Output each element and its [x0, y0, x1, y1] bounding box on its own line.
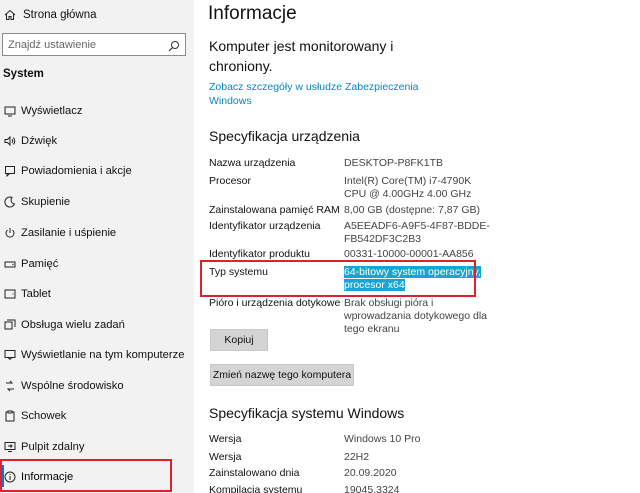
spec-key: Zainstalowana pamięć RAM [209, 204, 340, 216]
sidebar-item-multitasking[interactable]: Obsługa wielu zadań [0, 313, 194, 337]
power-icon [3, 226, 17, 240]
remote-desktop-icon [3, 440, 17, 454]
spec-value: Brak obsługi pióra i wprowadzania dotyko… [344, 297, 488, 335]
sidebar-item-display[interactable]: Wyświetlacz [0, 99, 194, 123]
home-nav-item[interactable]: Strona główna [0, 4, 194, 26]
sidebar-item-label: Skupienie [21, 196, 71, 208]
sidebar-item-notifications[interactable]: Powiadomienia i akcje [0, 159, 194, 183]
projecting-icon [3, 348, 17, 362]
sidebar-item-label: Wspólne środowisko [21, 380, 124, 392]
spec-key: Procesor [209, 175, 252, 187]
sidebar-item-label: Wyświetlacz [21, 105, 83, 117]
sidebar-item-label: Tablet [21, 288, 51, 300]
display-icon [3, 104, 17, 118]
multitasking-icon [3, 318, 17, 332]
home-icon [3, 8, 17, 22]
spec-value: Windows 10 Pro [344, 433, 421, 445]
sidebar-item-label: Schowek [21, 410, 67, 422]
device-spec-title: Specyfikacja urządzenia [209, 128, 360, 144]
security-details-link[interactable]: Zobacz szczegóły w usłudze Zabezpieczeni… [209, 80, 419, 108]
rename-pc-button[interactable]: Zmień nazwę tego komputera [210, 364, 354, 386]
sidebar-item-label: Dźwięk [21, 135, 58, 147]
sidebar-item-power[interactable]: Zasilanie i uśpienie [0, 221, 194, 245]
sidebar-item-label: Wyświetlanie na tym komputerze [21, 349, 185, 361]
notifications-icon [3, 164, 17, 178]
spec-value: A5EEADF6-A9F5-4F87-BDDE-FB542DF3C2B3 [344, 220, 490, 245]
clipboard-icon [3, 409, 17, 423]
sidebar-item-clipboard[interactable]: Schowek [0, 404, 194, 428]
sidebar: Strona główna System Wyświetlacz Dźwięk … [0, 0, 194, 493]
sidebar-item-projecting[interactable]: Wyświetlanie na tym komputerze [0, 343, 194, 367]
spec-key: Identyfikator urządzenia [209, 220, 321, 232]
settings-search-box[interactable] [2, 33, 186, 56]
spec-value: Intel(R) Core(TM) i7-4790K CPU @ 4.00GHz… [344, 175, 472, 200]
home-label: Strona główna [23, 9, 97, 21]
sidebar-item-tablet[interactable]: Tablet [0, 282, 194, 306]
search-icon[interactable] [168, 39, 180, 52]
shared-experiences-icon [3, 379, 17, 393]
spec-key: Kompilacja systemu [209, 484, 303, 493]
sidebar-section-title: System [3, 68, 44, 80]
storage-icon [3, 257, 17, 271]
search-input[interactable] [3, 38, 163, 51]
main-content: Informacje Komputer jest monitorowany i … [194, 0, 640, 493]
spec-value: 8,00 GB (dostępne: 7,87 GB) [344, 204, 480, 216]
spec-value: 20.09.2020 [344, 467, 397, 479]
sidebar-item-label: Zasilanie i uśpienie [21, 227, 117, 239]
sound-icon [3, 134, 17, 148]
spec-value: DESKTOP-P8FK1TB [344, 157, 444, 169]
protection-status: Komputer jest monitorowany i chroniony. [209, 38, 394, 74]
spec-key: Nazwa urządzenia [209, 157, 296, 169]
sidebar-item-focus-assist[interactable]: Skupienie [0, 190, 194, 214]
page-title: Informacje [208, 3, 297, 24]
spec-key: Zainstalowano dnia [209, 467, 300, 479]
annotation-box-system-type [200, 260, 476, 297]
sidebar-item-label: Pamięć [21, 258, 59, 270]
sidebar-item-label: Obsługa wielu zadań [21, 319, 125, 331]
sidebar-item-storage[interactable]: Pamięć [0, 252, 194, 276]
sidebar-item-remote-desktop[interactable]: Pulpit zdalny [0, 435, 194, 459]
spec-key: Wersja [209, 433, 242, 445]
spec-key: Pióro i urządzenia dotykowe [209, 297, 341, 309]
focus-assist-icon [3, 195, 17, 209]
sidebar-item-shared-experiences[interactable]: Wspólne środowisko [0, 374, 194, 398]
spec-key: Wersja [209, 451, 242, 463]
windows-spec-title: Specyfikacja systemu Windows [209, 405, 405, 421]
tablet-icon [3, 287, 17, 301]
spec-value: 19045.3324 [344, 484, 400, 493]
annotation-box-nav [0, 459, 172, 492]
sidebar-item-label: Pulpit zdalny [21, 441, 85, 453]
sidebar-item-label: Powiadomienia i akcje [21, 165, 132, 177]
spec-value: 22H2 [344, 451, 370, 463]
copy-button[interactable]: Kopiuj [210, 329, 268, 351]
sidebar-item-sound[interactable]: Dźwięk [0, 129, 194, 153]
